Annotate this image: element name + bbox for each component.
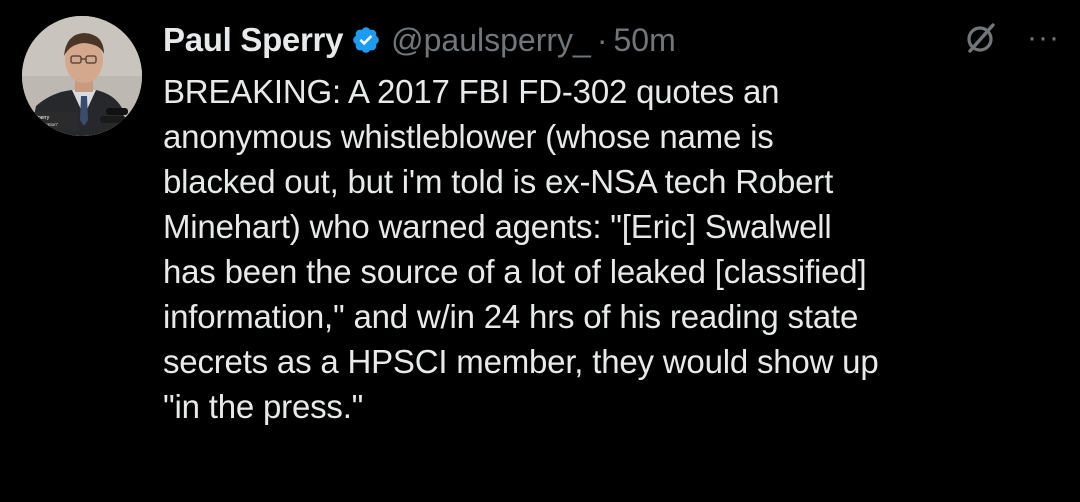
tweet-text-line: "in the press." bbox=[163, 388, 364, 425]
tweet-text-line: information," and w/in 24 hrs of his rea… bbox=[163, 298, 859, 335]
timestamp[interactable]: 50m bbox=[613, 22, 675, 59]
tweet-header: Paul Sperry @paulsperry_ · 50m ··· bbox=[163, 14, 1060, 66]
grok-icon[interactable] bbox=[963, 20, 999, 56]
tweet-text-line: anonymous whistleblower (whose name is bbox=[163, 118, 774, 155]
avatar-photo: l Sperry ter, "Infiltration" bbox=[22, 16, 142, 136]
tweet-text-line: BREAKING: A 2017 FBI FD-302 quotes an bbox=[163, 73, 780, 110]
header-actions: ··· bbox=[963, 20, 1060, 56]
avatar-caption-1: l Sperry bbox=[32, 115, 50, 121]
tweet-card: l Sperry ter, "Infiltration" Paul Sperry… bbox=[0, 0, 1080, 502]
display-name[interactable]: Paul Sperry bbox=[163, 21, 343, 59]
separator-dot: · bbox=[596, 21, 608, 58]
avatar[interactable]: l Sperry ter, "Infiltration" bbox=[22, 16, 142, 136]
tweet-text-line: secrets as a HPSCI member, they would sh… bbox=[163, 343, 879, 380]
verified-badge-icon bbox=[351, 25, 381, 55]
tweet-text: BREAKING: A 2017 FBI FD-302 quotes an an… bbox=[163, 69, 1063, 429]
tweet-text-line: blacked out, but i'm told is ex-NSA tech… bbox=[163, 163, 834, 200]
tweet-text-line: has been the source of a lot of leaked [… bbox=[163, 253, 867, 290]
author-handle[interactable]: @paulsperry_ bbox=[391, 22, 591, 59]
more-options-icon[interactable]: ··· bbox=[1027, 23, 1060, 53]
avatar-caption-2: ter, "Infiltration" bbox=[28, 122, 59, 127]
tweet-text-line: Minehart) who warned agents: "[Eric] Swa… bbox=[163, 208, 832, 245]
